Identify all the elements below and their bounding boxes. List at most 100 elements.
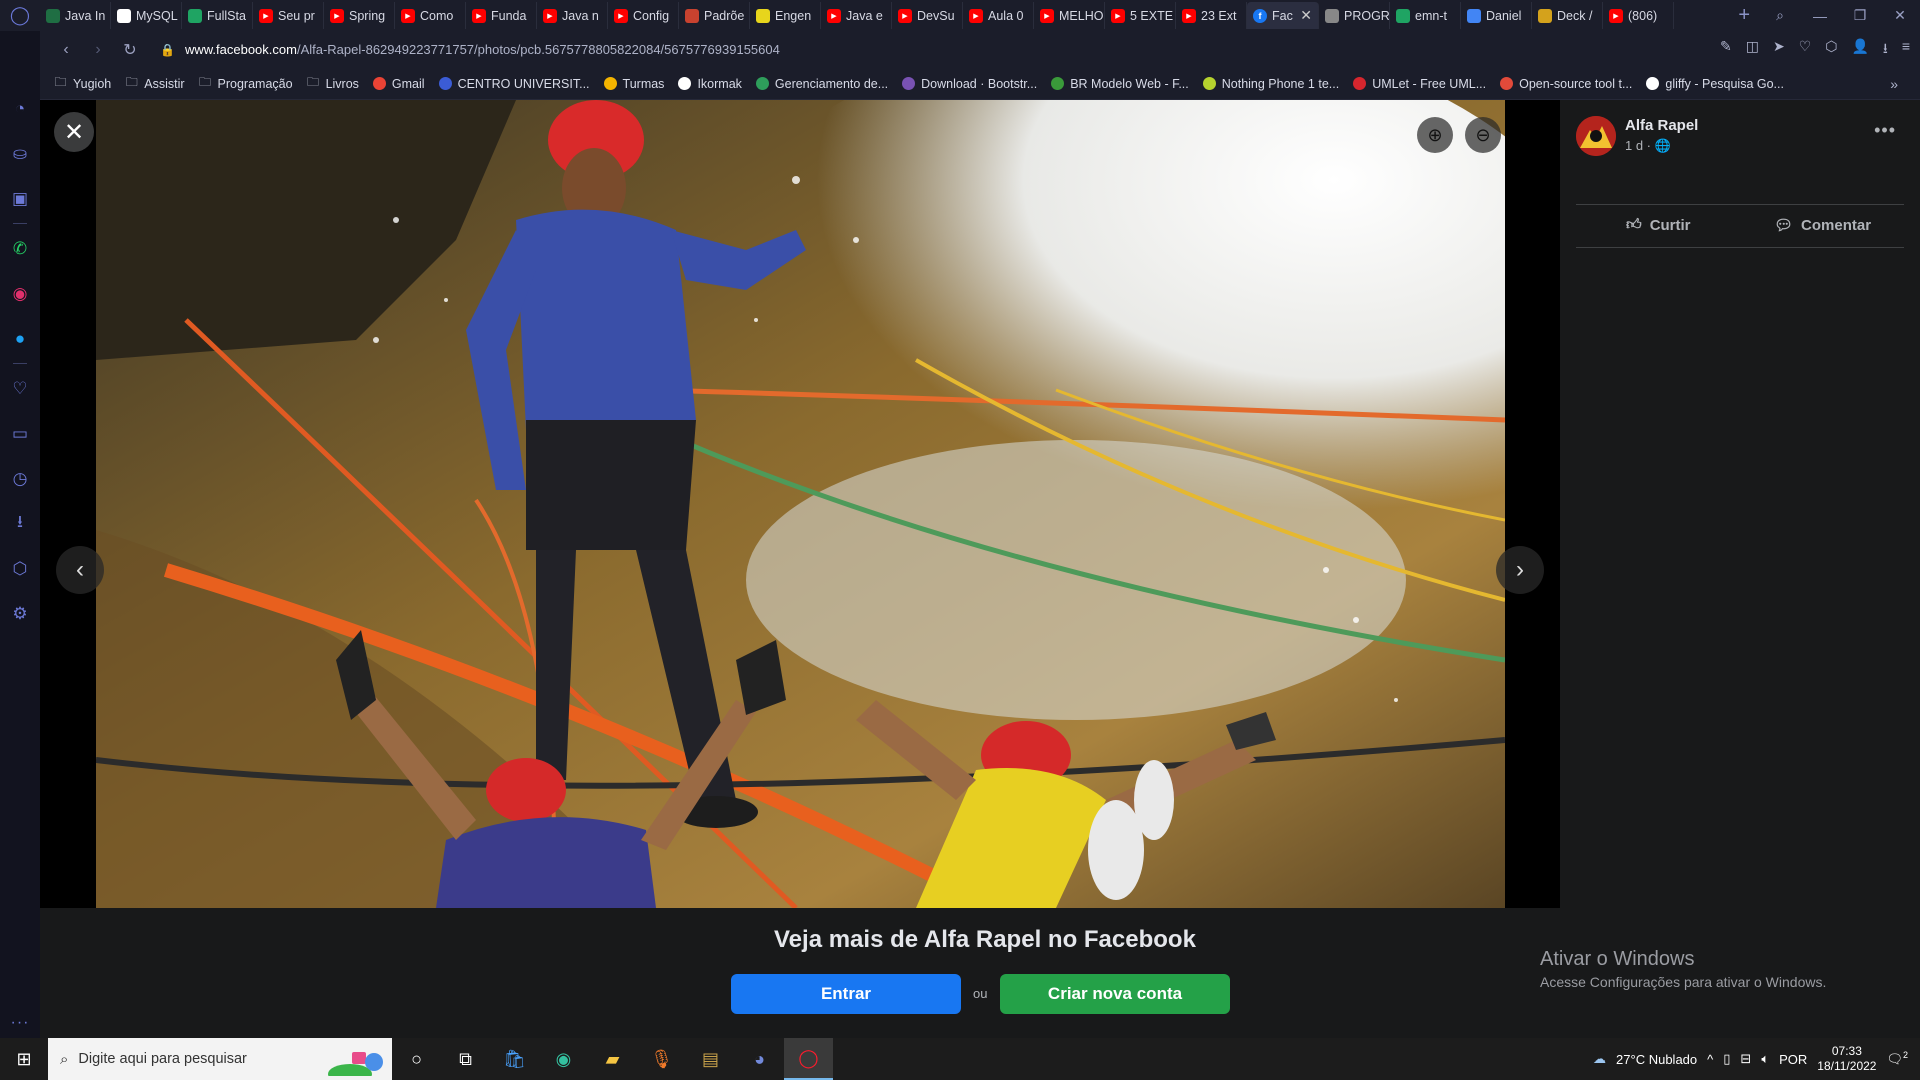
send-icon[interactable]: ➤: [1773, 38, 1785, 62]
weather-text[interactable]: 27°C Nublado: [1616, 1052, 1697, 1067]
zoom-out-button[interactable]: ⊖: [1465, 117, 1501, 153]
bookmark-item[interactable]: 🗀 Programação: [199, 75, 293, 91]
browser-tab[interactable]: ▶ Seu pr: [253, 2, 324, 29]
store-icon[interactable]: 🛍︎: [490, 1038, 539, 1080]
lock-icon[interactable]: 🔒: [160, 43, 175, 57]
minecraft-icon[interactable]: ▤: [686, 1038, 735, 1080]
bookmark-item[interactable]: Nothing Phone 1 te...: [1202, 77, 1339, 91]
opera-taskbar-icon[interactable]: ◯: [784, 1038, 833, 1080]
browser-tab[interactable]: ▶ Como: [395, 2, 466, 29]
browser-tab[interactable]: PROGR: [1319, 2, 1390, 29]
device-icon[interactable]: ▯: [1723, 1051, 1730, 1067]
start-button[interactable]: ⊞: [0, 1038, 48, 1080]
close-tab-icon[interactable]: ✕: [1300, 7, 1312, 24]
browser-tab[interactable]: Engen: [750, 2, 821, 29]
bookmark-item[interactable]: 🗀 Assistir: [125, 75, 185, 91]
like-button[interactable]: 👍︎ Curtir: [1626, 216, 1691, 234]
bookmark-item[interactable]: Turmas: [603, 77, 664, 91]
browser-tab[interactable]: Padrõe: [679, 2, 750, 29]
chevron-up-icon[interactable]: ^: [1707, 1052, 1713, 1067]
minimize-button[interactable]: —: [1800, 8, 1840, 24]
reload-button[interactable]: ↻: [114, 40, 146, 60]
browser-tab[interactable]: ▶ MySQL: [111, 2, 182, 29]
browser-tab[interactable]: ▶ Config: [608, 2, 679, 29]
bookmark-item[interactable]: gliffy - Pesquisa Go...: [1646, 77, 1784, 91]
browser-tab[interactable]: ▶ (806): [1603, 2, 1674, 29]
bookmark-item[interactable]: Open-source tool t...: [1500, 77, 1632, 91]
bookmark-item[interactable]: Download · Bootstr...: [902, 77, 1037, 91]
browser-tab[interactable]: ▶ Funda: [466, 2, 537, 29]
comment-button[interactable]: 💬︎ Comentar: [1774, 216, 1871, 235]
edit-icon[interactable]: ✎: [1720, 38, 1732, 62]
next-photo-button[interactable]: ›: [1496, 546, 1544, 594]
previous-photo-button[interactable]: ‹: [56, 546, 104, 594]
zoom-in-button[interactable]: ⊕: [1417, 117, 1453, 153]
cube-icon[interactable]: ⬡: [0, 546, 40, 591]
new-tab-button[interactable]: +: [1728, 4, 1760, 27]
page-name-link[interactable]: Alfa Rapel: [1625, 117, 1698, 134]
download-icon[interactable]: ⭳: [0, 501, 40, 546]
download-icon[interactable]: ⭳: [1883, 38, 1888, 62]
bookmark-item[interactable]: 🗀 Livros: [307, 75, 359, 91]
notifications-icon[interactable]: 🗨︎2: [1886, 1050, 1908, 1067]
page-avatar[interactable]: [1576, 116, 1616, 156]
whatsapp-icon[interactable]: ✆: [0, 226, 40, 271]
cortana-icon[interactable]: ○: [392, 1038, 441, 1080]
opera-menu-icon[interactable]: ◯: [0, 0, 40, 31]
url-field[interactable]: www.facebook.com/Alfa-Rapel-862949223771…: [185, 42, 1720, 57]
extensions-icon[interactable]: ⬡: [1825, 38, 1837, 62]
post-timestamp[interactable]: 1 d · 🌐: [1625, 138, 1671, 154]
bookmark-item[interactable]: BR Modelo Web - F...: [1051, 77, 1189, 91]
login-button[interactable]: Entrar: [731, 974, 961, 1014]
browser-tab[interactable]: emn-t: [1390, 2, 1461, 29]
bookmark-item[interactable]: Gerenciamento de...: [755, 77, 888, 91]
volume-icon[interactable]: 🔈︎: [1761, 1051, 1769, 1067]
speed-dial-icon[interactable]: ◔: [0, 86, 40, 131]
close-viewer-button[interactable]: ✕: [54, 112, 94, 152]
bookmarks-more-icon[interactable]: »: [1890, 76, 1898, 92]
twitter-icon[interactable]: ●: [0, 316, 40, 361]
tabs-icon[interactable]: ▭: [0, 411, 40, 456]
menu-icon[interactable]: ≡: [1902, 38, 1910, 62]
edge-icon[interactable]: ◉: [539, 1038, 588, 1080]
more-options-icon[interactable]: •••: [1874, 120, 1896, 141]
bookmark-item[interactable]: Gmail: [372, 77, 425, 91]
discord-icon[interactable]: ◕: [735, 1038, 784, 1080]
twitch-icon[interactable]: ▣: [0, 176, 40, 221]
browser-tab[interactable]: ▶ MELHO: [1034, 2, 1105, 29]
sidebar-more-icon[interactable]: ···: [11, 1014, 30, 1032]
back-button[interactable]: ‹: [50, 41, 82, 59]
heart-icon[interactable]: ♡: [1799, 38, 1812, 62]
create-account-button[interactable]: Criar nova conta: [1000, 974, 1230, 1014]
browser-tab[interactable]: f Fac ✕: [1247, 2, 1319, 29]
browser-tab[interactable]: ▶ Java e: [821, 2, 892, 29]
restore-button[interactable]: ❐: [1840, 7, 1880, 24]
microphone-app-icon[interactable]: 🎙︎: [637, 1038, 686, 1080]
browser-tab[interactable]: ▶ Spring: [324, 2, 395, 29]
browser-tab[interactable]: ▶ Aula 0: [963, 2, 1034, 29]
bookmark-item[interactable]: CENTRO UNIVERSIT...: [438, 77, 590, 91]
browser-tab[interactable]: Java In: [40, 2, 111, 29]
browser-tab[interactable]: Deck /: [1532, 2, 1603, 29]
browser-tab[interactable]: ▶ DevSu: [892, 2, 963, 29]
camera-icon[interactable]: ◫: [1746, 38, 1759, 62]
browser-tab[interactable]: ▶ 23 Ext: [1176, 2, 1247, 29]
bag-icon[interactable]: ⛀: [0, 131, 40, 176]
browser-tab[interactable]: ▶ Java n: [537, 2, 608, 29]
language-indicator[interactable]: POR: [1779, 1052, 1807, 1067]
instagram-icon[interactable]: ◉: [0, 271, 40, 316]
forward-button[interactable]: ›: [82, 41, 114, 59]
settings-icon[interactable]: ⚙: [0, 591, 40, 636]
heart-icon[interactable]: ♡: [0, 366, 40, 411]
browser-tab[interactable]: FullSta: [182, 2, 253, 29]
search-tabs-icon[interactable]: ⌕: [1760, 7, 1800, 24]
file-explorer-icon[interactable]: ▰: [588, 1038, 637, 1080]
task-view-icon[interactable]: ⧉: [441, 1038, 490, 1080]
taskbar-search[interactable]: ⌕ Digite aqui para pesquisar: [48, 1038, 392, 1080]
browser-tab[interactable]: Daniel: [1461, 2, 1532, 29]
clock[interactable]: 07:33 18/11/2022: [1817, 1044, 1876, 1074]
close-window-button[interactable]: ✕: [1880, 7, 1920, 24]
bookmark-item[interactable]: 🗀 Yugioh: [54, 75, 111, 91]
bookmark-item[interactable]: Ikormak: [678, 77, 742, 91]
bookmark-item[interactable]: UMLet - Free UML...: [1353, 77, 1486, 91]
